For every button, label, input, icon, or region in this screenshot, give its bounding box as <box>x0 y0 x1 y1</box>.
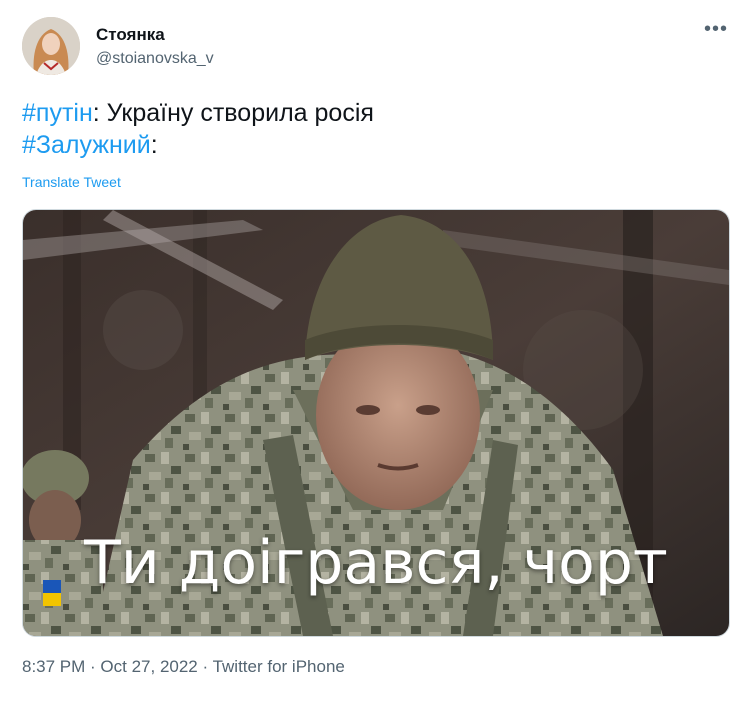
tweet-header: Стоянка @stoianovska_v ••• <box>22 17 732 79</box>
tweet-date[interactable]: Oct 27, 2022 <box>100 657 197 676</box>
tweet-line-1: #путін: Україну створила росія <box>22 97 374 129</box>
meta-separator: · <box>85 657 101 676</box>
media-caption: Ти доігрався, чорт <box>84 528 668 598</box>
tweet-meta: 8:37 PM · Oct 27, 2022 · Twitter for iPh… <box>22 657 345 677</box>
tweet-line-2-text: : <box>150 131 158 159</box>
avatar[interactable] <box>22 17 80 75</box>
hashtag-putin[interactable]: #путін <box>22 99 93 127</box>
tweet-line-1-text: : Україну створила росія <box>92 99 374 127</box>
tweet-card: Стоянка @stoianovska_v ••• #путін: Украї… <box>0 0 752 705</box>
tweet-media-image[interactable]: Ти доігрався, чорт <box>22 209 730 637</box>
tweet-line-2: #Залужний: <box>22 129 374 161</box>
tweet-source[interactable]: Twitter for iPhone <box>213 657 345 676</box>
more-options-icon[interactable]: ••• <box>704 19 728 45</box>
translate-tweet-link[interactable]: Translate Tweet <box>22 174 121 190</box>
tweet-time[interactable]: 8:37 PM <box>22 657 85 676</box>
tweet-text: #путін: Україну створила росія #Залужний… <box>22 97 374 161</box>
display-name[interactable]: Стоянка <box>96 25 165 45</box>
meta-separator: · <box>197 657 213 676</box>
hashtag-zaluzhnyi[interactable]: #Залужний <box>22 131 151 159</box>
user-handle[interactable]: @stoianovska_v <box>96 50 214 68</box>
